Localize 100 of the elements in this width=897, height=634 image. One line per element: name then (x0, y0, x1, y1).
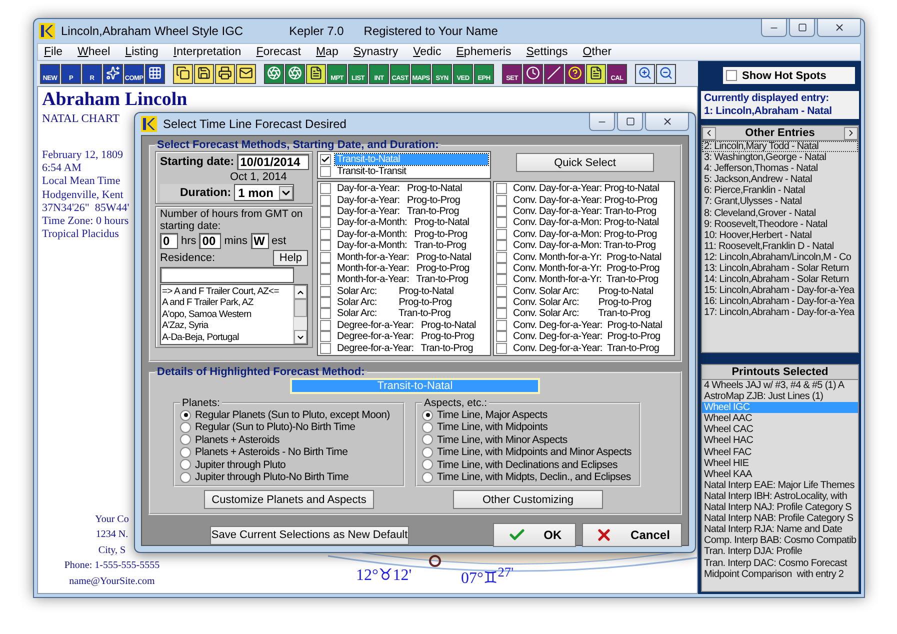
checkbox[interactable] (320, 154, 331, 164)
checkbox[interactable] (496, 217, 507, 228)
toolbar-button[interactable] (586, 64, 606, 84)
method-label[interactable]: Day-for-a-Month: Prog-to-Natal (335, 217, 472, 228)
entry-item[interactable]: 4: Jefferson,Thomas - Natal (702, 163, 858, 174)
method-label[interactable]: Conv. Month-for-a-Yr: Prog-to-Natal (511, 252, 664, 263)
printout-item[interactable]: Tran. Interp DJA: Profile (702, 546, 858, 558)
checkbox[interactable] (496, 183, 507, 194)
checkbox[interactable] (320, 286, 331, 297)
method-label[interactable]: Degree-for-a-Year: Prog-to-Natal (335, 320, 478, 331)
checkbox[interactable] (320, 252, 331, 263)
method-label[interactable]: Month-for-a-Year: Prog-to-Natal (335, 252, 474, 263)
printout-item[interactable]: Wheel HIE (702, 458, 858, 469)
scroll-left-button[interactable] (702, 126, 716, 140)
method-label[interactable]: Conv. Solar Arc: Prog-to-Prog (511, 297, 654, 308)
radio-button[interactable] (180, 446, 191, 458)
checkbox[interactable] (496, 252, 507, 263)
menu-item[interactable]: File (44, 46, 63, 58)
entry-item[interactable]: 9: Roosevelt,Theodore - Natal (702, 218, 858, 230)
printout-item[interactable]: Wheel AAC (702, 413, 858, 424)
maximize-button[interactable] (617, 113, 643, 131)
checkbox[interactable] (320, 342, 331, 354)
menu-item[interactable]: Interpretation (173, 46, 242, 58)
checkbox[interactable] (320, 228, 331, 240)
entry-item[interactable]: 16: Lincoln,Abraham - Day-for-a-Yea (702, 296, 858, 308)
ok-button[interactable]: OK (492, 523, 576, 548)
checkbox[interactable] (496, 240, 507, 252)
method-label[interactable]: Conv. Day-for-a-Mon: Tran-to-Prog (511, 240, 658, 252)
checkbox[interactable] (496, 262, 507, 274)
checkbox[interactable] (320, 206, 331, 217)
method-label[interactable]: Day-for-a-Month: Prog-to-Prog (335, 228, 470, 240)
printout-item[interactable]: Natal Interp IBH: AstroLocality, with (702, 490, 858, 502)
entry-item[interactable]: 13: Lincoln,Abraham - Solar Return (702, 263, 858, 274)
method-label[interactable]: Month-for-a-Year: Tran-to-Prog (335, 274, 470, 286)
checkbox[interactable] (320, 262, 331, 274)
method-label[interactable]: Conv. Deg-for-a-Year: Prog-to-Prog (511, 331, 662, 342)
radio-button[interactable] (422, 446, 433, 458)
method-label[interactable]: Conv. Day-for-a-Mon: Prog-to-Prog (511, 228, 659, 240)
toolbar-button[interactable] (523, 64, 543, 84)
printout-item[interactable]: Comp. Interp BAB: Cosmo Compatib (702, 535, 858, 546)
menu-item[interactable]: Settings (526, 46, 568, 58)
method-label[interactable]: Conv. Day-for-a-Year: Prog-to-Natal (511, 183, 662, 194)
toolbar-button[interactable] (145, 64, 165, 84)
menu-item[interactable]: Map (316, 46, 338, 58)
method-label[interactable]: Solar Arc: Prog-to-Prog (335, 297, 454, 308)
menu-item[interactable]: Other (582, 46, 612, 58)
radio-button[interactable] (422, 459, 433, 470)
method-label[interactable]: Conv. Solar Arc: Prog-to-Natal (511, 286, 656, 297)
entry-item[interactable]: 11: Roosevelt,Franklin D - Natal (702, 240, 858, 252)
radio-button[interactable] (180, 472, 191, 482)
printout-item[interactable]: Natal Interp RJA: Name and Date (702, 524, 858, 536)
toolbar-button[interactable] (215, 64, 235, 84)
checkbox[interactable] (496, 342, 507, 354)
checkbox[interactable] (320, 183, 331, 194)
entry-item[interactable]: 15: Lincoln,Abraham - Day-for-a-Yea (702, 285, 858, 296)
starting-date-field[interactable]: 10/01/2014 (237, 154, 310, 170)
radio-button[interactable] (180, 459, 191, 470)
toolbar-button[interactable] (565, 64, 585, 84)
maximize-button[interactable] (789, 19, 815, 37)
checkbox[interactable] (496, 274, 507, 286)
printout-item[interactable]: Natal Interp EAE: Major Life Themes (702, 480, 858, 491)
scroll-right-button[interactable] (844, 126, 858, 140)
checkbox[interactable] (496, 194, 507, 206)
method-label[interactable]: Conv. Day-for-a-Year: Tran-to-Prog (511, 206, 658, 217)
entry-item[interactable]: 3: Washington,George - Natal (702, 152, 858, 164)
radio-button[interactable] (180, 422, 191, 433)
printout-item[interactable]: 4 Wheels JAJ w/ #3, #4 & #5 (1) A (702, 380, 858, 392)
customize-button[interactable]: Customize Planets and Aspects (204, 490, 374, 510)
toolbar-button[interactable] (635, 64, 655, 84)
hot-spots-toggle[interactable]: Show Hot Spots (723, 67, 855, 84)
method-label[interactable]: Day-for-a-Year: Prog-to-Natal (335, 183, 464, 194)
checkbox[interactable] (496, 286, 507, 297)
entry-item[interactable]: 2: Lincoln,Mary Todd - Natal (702, 141, 858, 152)
method-label[interactable]: Degree-for-a-Year: Tran-to-Prog (335, 342, 475, 354)
method-label[interactable]: Month-for-a-Year: Prog-to-Prog (335, 262, 472, 274)
toolbar-button[interactable] (103, 64, 123, 84)
close-button[interactable] (645, 113, 689, 131)
toolbar-button[interactable] (544, 64, 564, 84)
menu-item[interactable]: Wheel (78, 46, 110, 58)
printout-item[interactable]: Wheel FAC (702, 446, 858, 458)
method-label[interactable]: Day-for-a-Year: Prog-to-Prog (335, 194, 462, 206)
method-label[interactable]: Degree-for-a-Year: Prog-to-Prog (335, 331, 476, 342)
toolbar-button[interactable] (173, 64, 193, 84)
checkbox[interactable] (320, 240, 331, 252)
method-label[interactable]: Day-for-a-Year: Tran-to-Prog (335, 206, 461, 217)
menu-item[interactable]: Vedic (413, 46, 442, 58)
duration-select[interactable]: 1 mon (234, 184, 294, 201)
checkbox[interactable] (320, 297, 331, 308)
list-item[interactable]: A'Zaz, Syria (162, 320, 208, 332)
checkbox[interactable] (496, 331, 507, 342)
toolbar-button[interactable] (264, 64, 284, 84)
toolbar-button[interactable] (285, 64, 305, 84)
list-item[interactable]: => A and F Trailer Court, AZ<= (162, 286, 279, 298)
direction-field[interactable]: W (250, 233, 269, 249)
checkbox[interactable] (320, 274, 331, 286)
printout-item[interactable]: Tran. Interp DAC: Cosmo Forecast (702, 558, 858, 569)
entry-item[interactable]: 5: Jackson,Andrew - Natal (702, 174, 858, 186)
printout-item[interactable]: Natal Interp NAB: Profile Category S (702, 513, 858, 524)
checkbox[interactable] (320, 166, 331, 176)
method-label[interactable]: Conv. Deg-for-a-Year: Tran-to-Prog (511, 342, 662, 354)
